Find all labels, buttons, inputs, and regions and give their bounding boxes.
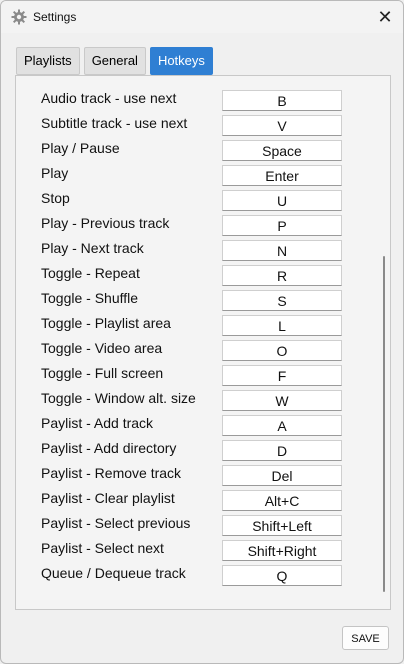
hotkey-key-field[interactable]: V: [222, 115, 342, 136]
hotkey-action-label: Queue / Dequeue track: [41, 565, 186, 581]
close-icon: ✕: [377, 6, 393, 27]
hotkey-key-field[interactable]: W: [222, 390, 342, 411]
window-title: Settings: [33, 10, 77, 24]
hotkey-row: Paylist - Select previous Shift+Left: [16, 513, 376, 538]
hotkey-action-label: Toggle - Full screen: [41, 365, 164, 381]
hotkey-key-field[interactable]: Shift+Right: [222, 540, 342, 561]
hotkey-row: Play Enter: [16, 163, 376, 188]
hotkey-key-field[interactable]: D: [222, 440, 342, 461]
hotkey-row: Stop U: [16, 188, 376, 213]
hotkey-action-label: Play: [41, 165, 69, 181]
hotkey-key-field[interactable]: U: [222, 190, 342, 211]
hotkey-row: Toggle - Shuffle S: [16, 288, 376, 313]
tab-hotkeys[interactable]: Hotkeys: [149, 47, 213, 75]
hotkey-row: Play - Previous track P: [16, 213, 376, 238]
tab-general[interactable]: General: [83, 47, 146, 75]
hotkey-key-field[interactable]: O: [222, 340, 342, 361]
hotkey-key-field[interactable]: A: [222, 415, 342, 436]
hotkey-row: Audio track - use next B: [16, 88, 376, 113]
hotkey-row: Play - Next track N: [16, 238, 376, 263]
hotkey-action-label: Toggle - Window alt. size: [41, 390, 196, 406]
hotkey-action-label: Stop: [41, 190, 70, 206]
hotkey-action-label: Audio track - use next: [41, 90, 177, 106]
hotkey-key-field[interactable]: S: [222, 290, 342, 311]
settings-window: Settings ✕ Playlists General Hotkeys Audio…: [0, 0, 404, 664]
hotkey-action-label: Toggle - Repeat: [41, 265, 140, 281]
hotkey-action-label: Paylist - Add directory: [41, 440, 177, 456]
vertical-scrollbar[interactable]: [383, 256, 385, 592]
tab-playlists[interactable]: Playlists: [16, 47, 80, 75]
hotkey-row: Toggle - Video area O: [16, 338, 376, 363]
hotkey-action-label: Play - Previous track: [41, 215, 170, 231]
hotkey-row: Paylist - Add track A: [16, 413, 376, 438]
hotkey-action-label: Paylist - Add track: [41, 415, 154, 431]
hotkey-action-label: Paylist - Select previous: [41, 515, 191, 531]
hotkey-action-label: Toggle - Playlist area: [41, 315, 171, 331]
hotkey-action-label: Toggle - Video area: [41, 340, 163, 356]
title-bar: Settings ✕: [1, 1, 403, 33]
hotkey-action-label: Play / Pause: [41, 140, 120, 156]
hotkey-key-field[interactable]: F: [222, 365, 342, 386]
hotkey-key-field[interactable]: Shift+Left: [222, 515, 342, 536]
hotkey-key-field[interactable]: Del: [222, 465, 342, 486]
hotkey-row: Paylist - Add directory D: [16, 438, 376, 463]
close-button[interactable]: ✕: [367, 1, 403, 33]
hotkey-key-field[interactable]: Enter: [222, 165, 342, 186]
tab-bar: Playlists General Hotkeys: [16, 47, 213, 75]
hotkey-row: Paylist - Clear playlist Alt+C: [16, 488, 376, 513]
hotkey-row: Toggle - Repeat R: [16, 263, 376, 288]
gear-icon: [11, 9, 27, 25]
hotkey-action-label: Play - Next track: [41, 240, 144, 256]
hotkey-row: Paylist - Remove track Del: [16, 463, 376, 488]
hotkey-key-field[interactable]: L: [222, 315, 342, 336]
hotkey-action-label: Paylist - Clear playlist: [41, 490, 175, 506]
hotkey-row: Toggle - Playlist area L: [16, 313, 376, 338]
hotkey-action-label: Paylist - Select next: [41, 540, 164, 556]
hotkey-key-field[interactable]: B: [222, 90, 342, 111]
hotkey-row: Toggle - Full screen F: [16, 363, 376, 388]
hotkey-key-field[interactable]: R: [222, 265, 342, 286]
hotkey-row: Paylist - Select next Shift+Right: [16, 538, 376, 563]
save-button[interactable]: SAVE: [342, 626, 389, 650]
hotkey-row: Queue / Dequeue track Q: [16, 563, 376, 588]
hotkey-list: Audio track - use next B Subtitle track - …: [16, 76, 376, 609]
hotkey-key-field[interactable]: Q: [222, 565, 342, 586]
hotkey-key-field[interactable]: P: [222, 215, 342, 236]
hotkey-key-field[interactable]: Space: [222, 140, 342, 161]
hotkey-action-label: Subtitle track - use next: [41, 115, 188, 131]
hotkey-row: Play / Pause Space: [16, 138, 376, 163]
hotkey-action-label: Toggle - Shuffle: [41, 290, 139, 306]
hotkey-key-field[interactable]: N: [222, 240, 342, 261]
hotkeys-panel: Audio track - use next B Subtitle track - …: [15, 75, 391, 610]
hotkey-key-field[interactable]: Alt+C: [222, 490, 342, 511]
hotkey-action-label: Paylist - Remove track: [41, 465, 182, 481]
hotkey-row: Toggle - Window alt. size W: [16, 388, 376, 413]
hotkey-row: Subtitle track - use next V: [16, 113, 376, 138]
